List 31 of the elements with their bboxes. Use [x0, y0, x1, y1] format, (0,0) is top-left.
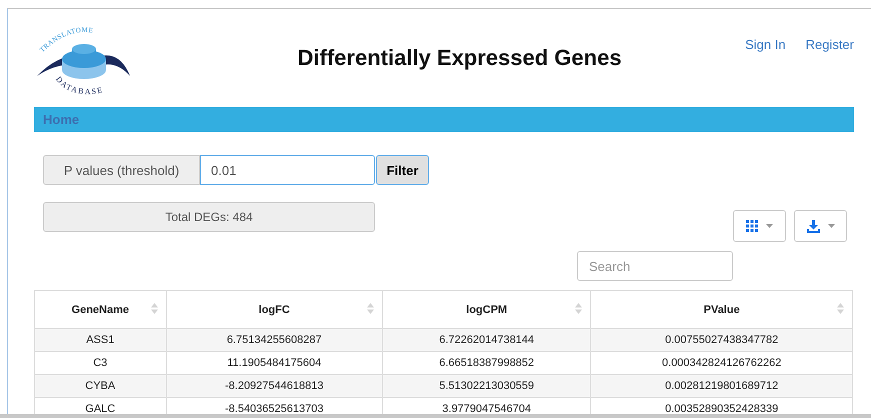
grid-icon — [746, 220, 758, 232]
columns-button[interactable] — [733, 210, 786, 242]
nav-link[interactable]: Sign In — [745, 37, 786, 52]
sort-icon — [837, 303, 844, 314]
total-count: Total DEGs: 484 — [43, 202, 375, 232]
table-cell: 0.00755027438347782 — [590, 328, 852, 352]
column-header[interactable]: logFC — [166, 290, 382, 328]
scrollbar[interactable] — [0, 414, 871, 418]
sort-icon — [150, 303, 158, 314]
table-cell: ASS1 — [34, 328, 166, 352]
table-cell: -8.20927544618813 — [166, 374, 382, 398]
caret-icon — [766, 224, 773, 228]
table-cell: 6.75134255608287 — [166, 328, 382, 352]
page-title: Differentially Expressed Genes — [296, 45, 623, 71]
search-field[interactable]: Search — [577, 251, 733, 281]
sort-icon — [366, 303, 374, 314]
filter-button[interactable]: Filter — [376, 155, 429, 185]
table-cell: 6.72262014738144 — [382, 328, 591, 352]
nav-link[interactable]: Register — [806, 37, 854, 52]
export-button[interactable] — [794, 210, 847, 242]
threshold-field[interactable]: 0.01 — [200, 155, 375, 185]
column-header[interactable]: PValue — [590, 290, 852, 328]
table-cell: 0.00281219801689712 — [590, 374, 852, 398]
table-cell: CYBA — [34, 374, 166, 398]
sort-icon — [575, 303, 582, 314]
column-header[interactable]: GeneName — [34, 290, 166, 328]
column-header[interactable]: logCPM — [382, 290, 591, 328]
table-cell: 5.51302213030559 — [382, 374, 591, 398]
download-icon — [806, 220, 820, 232]
caret-icon — [828, 224, 834, 228]
field-label: P values (threshold) — [43, 155, 200, 185]
